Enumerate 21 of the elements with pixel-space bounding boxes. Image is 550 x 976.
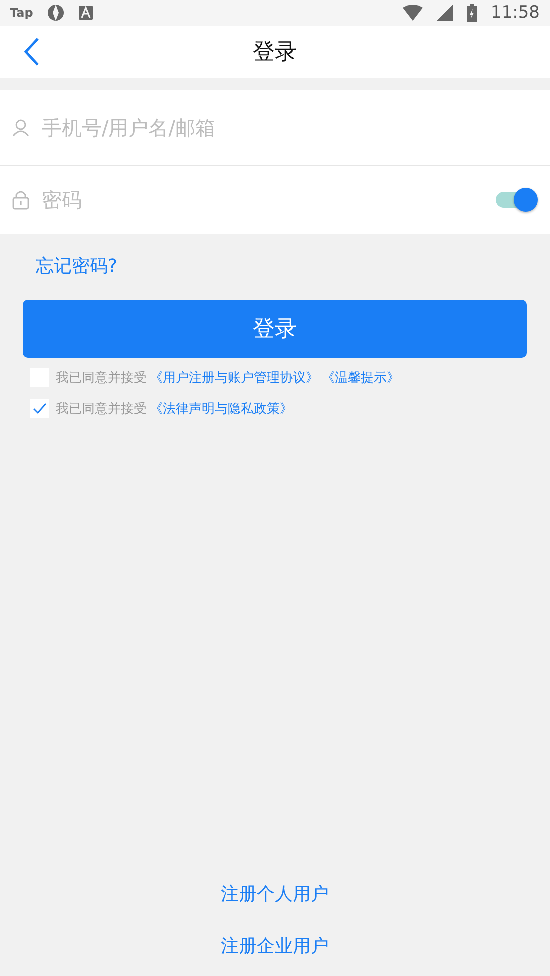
agreement-text: 我已同意并接受: [56, 370, 147, 386]
user-icon: [12, 118, 30, 136]
battery-icon: [467, 4, 477, 22]
app-label: Tap: [10, 6, 34, 20]
register-link[interactable]: 注册企业用户: [221, 934, 329, 958]
signal-icon: [437, 5, 453, 21]
lock-icon: [12, 190, 30, 210]
forgot-password-link[interactable]: 忘记密码?: [36, 254, 118, 278]
font-icon: [79, 6, 94, 20]
agreement-link[interactable]: 《法律声明与隐私政策》: [150, 400, 293, 418]
clock-time: 11:58: [491, 3, 540, 23]
agreement-link[interactable]: 《温馨提示》: [322, 368, 400, 386]
agreement-checkbox[interactable]: [30, 399, 49, 418]
username-field[interactable]: 手机号/用户名/邮箱: [40, 114, 538, 140]
register-link[interactable]: 注册个人用户: [221, 882, 329, 906]
wifi-icon: [403, 5, 423, 21]
login-button[interactable]: 登录: [23, 300, 527, 358]
agreement-text: 我已同意并接受: [56, 400, 147, 418]
page-title: 登录: [253, 39, 297, 67]
password-field[interactable]: 密码: [40, 187, 486, 213]
agreement-link[interactable]: 《用户注册与账户管理协议》: [150, 368, 319, 386]
